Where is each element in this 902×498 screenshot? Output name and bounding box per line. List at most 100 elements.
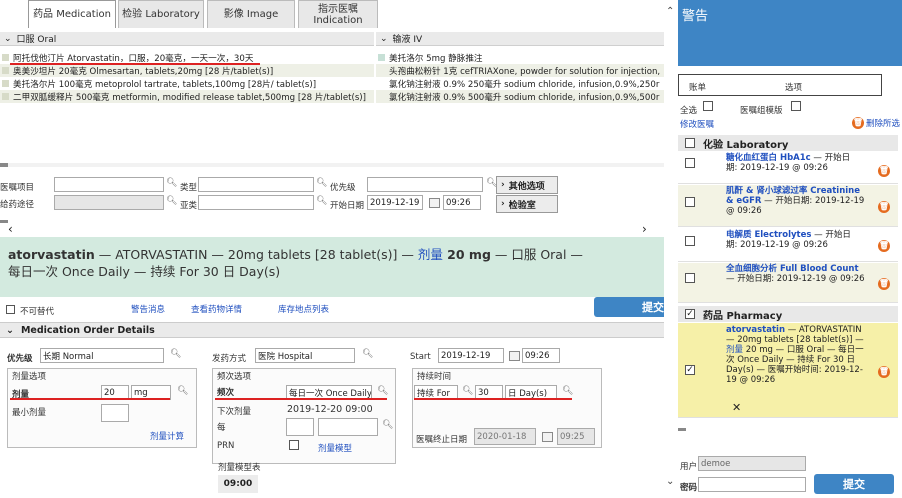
order-item-input[interactable] bbox=[54, 177, 164, 192]
scroll-thumb[interactable] bbox=[678, 428, 686, 431]
pharmacy-item-name[interactable]: atorvastatin bbox=[726, 325, 785, 335]
chevron-right-icon[interactable]: › bbox=[642, 222, 647, 236]
dose-calc-link[interactable]: 剂量计算 bbox=[150, 430, 184, 442]
list-scrollbar[interactable] bbox=[0, 163, 664, 167]
summary-route: — 口服 Oral — bbox=[490, 247, 583, 262]
other-options-button[interactable]: › 其他选项 bbox=[496, 176, 558, 194]
password-input[interactable] bbox=[698, 477, 806, 492]
summary-line2: 每日一次 Once Daily — 持续 For 30 日 Day(s) bbox=[8, 264, 281, 279]
search-icon[interactable]: 🔍︎ bbox=[362, 349, 373, 359]
start-date-input[interactable]: 2019-12-19 bbox=[438, 348, 504, 363]
lab-item-checkbox[interactable] bbox=[685, 158, 695, 168]
calendar-icon[interactable] bbox=[542, 432, 553, 442]
lab-alert-item: 全血细胞分析 Full Blood Count — 开始日期: 2019-12-… bbox=[678, 263, 898, 303]
order-group-checkbox[interactable] bbox=[791, 101, 801, 111]
search-icon[interactable]: 🔍︎ bbox=[562, 386, 573, 396]
trash-icon[interactable]: 🗑 bbox=[878, 165, 890, 177]
start-time-input[interactable]: 09:26 bbox=[443, 195, 481, 210]
dose-model-link[interactable]: 剂量模型 bbox=[318, 442, 352, 454]
search-icon[interactable]: 🔍︎ bbox=[377, 386, 388, 396]
dispense-input[interactable]: 医院 Hospital bbox=[255, 348, 355, 363]
pharmacy-category-header[interactable]: ✓ 药品 Pharmacy bbox=[678, 306, 898, 322]
search-icon[interactable]: 🔍︎ bbox=[316, 196, 327, 206]
lab-item-name[interactable]: 糖化血红蛋白 HbA1c bbox=[726, 153, 811, 163]
min-dose-label: 最小剂量 bbox=[12, 408, 47, 418]
lab-category-checkbox[interactable] bbox=[685, 138, 695, 148]
details-header[interactable]: ⌄ Medication Order Details bbox=[0, 322, 664, 338]
lab-item-name[interactable]: 电解质 Electrolytes bbox=[726, 230, 811, 240]
warnings-link[interactable]: 警告消息 bbox=[131, 303, 165, 315]
select-all-checkbox[interactable] bbox=[703, 101, 713, 111]
delete-selected-button[interactable]: 🗑 删除所选 bbox=[852, 117, 900, 129]
stock-list-link[interactable]: 库存地点列表 bbox=[278, 303, 329, 315]
submit-button[interactable]: 提交 bbox=[594, 297, 670, 317]
search-icon[interactable]: 🔍︎ bbox=[177, 386, 188, 396]
priority-input[interactable]: 长期 Normal bbox=[40, 348, 164, 363]
search-icon[interactable]: 🔍︎ bbox=[170, 349, 181, 359]
lab-category-header[interactable]: 化验 Laboratory bbox=[678, 135, 898, 151]
pharmacy-item-checkbox[interactable]: ✓ bbox=[685, 365, 695, 375]
search-icon[interactable]: 🔍︎ bbox=[462, 386, 473, 396]
trash-icon[interactable]: 🗑 bbox=[878, 240, 890, 252]
search-icon[interactable]: 🔍︎ bbox=[166, 178, 177, 188]
priority-input[interactable] bbox=[367, 177, 483, 192]
trash-icon[interactable]: 🗑 bbox=[878, 201, 890, 213]
list-item[interactable]: 头孢曲松粉针 1克 cefTRIAXone, powder for soluti… bbox=[376, 64, 664, 77]
scroll-down-icon[interactable]: ⌄ bbox=[666, 476, 674, 487]
alerts-submit-button[interactable]: 提交 bbox=[814, 474, 894, 494]
lab-item-checkbox[interactable] bbox=[685, 197, 695, 207]
lab-button[interactable]: › 检验室 bbox=[496, 195, 558, 213]
user-input[interactable]: demoe bbox=[698, 456, 806, 471]
remove-cursor-icon[interactable]: ✕ bbox=[732, 401, 741, 414]
each-label: 每 bbox=[217, 423, 226, 433]
type-input[interactable] bbox=[198, 177, 314, 192]
calendar-icon[interactable] bbox=[429, 198, 440, 208]
trash-icon[interactable]: 🗑 bbox=[878, 366, 890, 378]
scroll-thumb[interactable] bbox=[0, 220, 8, 223]
chevron-left-icon[interactable]: ‹ bbox=[8, 222, 13, 236]
list-item[interactable]: 二甲双胍缓释片 500毫克 metformin, modified releas… bbox=[0, 90, 374, 103]
each-count-input[interactable] bbox=[286, 418, 314, 436]
list-item[interactable]: 氯化钠注射液 0.9% 500毫升 sodium chloride, infus… bbox=[376, 90, 664, 103]
search-icon[interactable]: 🔍︎ bbox=[166, 196, 177, 206]
scroll-thumb[interactable] bbox=[0, 163, 8, 167]
lab-label: 检验室 bbox=[508, 200, 536, 211]
route-input[interactable] bbox=[54, 195, 164, 210]
list-item-label: 美托洛尔片 100毫克 metoprolol tartrate, tablets… bbox=[13, 79, 317, 90]
main-scrollbar[interactable]: ⌃ ⌄ bbox=[664, 0, 678, 498]
edit-order-link[interactable]: 修改医嘱 bbox=[680, 118, 714, 130]
min-dose-input[interactable] bbox=[101, 404, 129, 422]
drug-details-link[interactable]: 查看药物详情 bbox=[191, 303, 242, 315]
summary-desc: — ATORVASTATIN — 20mg tablets [28 tablet… bbox=[94, 247, 418, 262]
list-item[interactable]: 美托洛尔片 100毫克 metoprolol tartrate, tablets… bbox=[0, 77, 374, 90]
tab-medication[interactable]: 药品 Medication bbox=[28, 0, 116, 28]
section-iv-header[interactable]: ⌄ 输液 IV bbox=[376, 32, 664, 46]
start-time-input[interactable]: 09:26 bbox=[522, 348, 560, 363]
list-item[interactable]: 美托洛尔 5mg 静脉推注 bbox=[376, 51, 664, 64]
calendar-icon[interactable] bbox=[509, 351, 520, 361]
list-item[interactable]: 奥美沙坦片 20毫克 Olmesartan, tablets,20mg [28 … bbox=[0, 64, 374, 77]
dose-time-cell[interactable]: 09:00 bbox=[218, 475, 258, 493]
priority-label: 优先级 bbox=[7, 354, 33, 364]
type-label: 类型 bbox=[180, 183, 198, 193]
search-icon[interactable]: 🔍︎ bbox=[382, 420, 393, 430]
lab-item-checkbox[interactable] bbox=[685, 236, 695, 246]
list-item[interactable]: 氯化钠注射液 0.9% 250毫升 sodium chloride, infus… bbox=[376, 77, 664, 90]
subtype-input[interactable] bbox=[198, 195, 314, 210]
no-substitute-checkbox[interactable] bbox=[6, 305, 15, 314]
tab-image[interactable]: 影像 Image bbox=[207, 0, 295, 28]
tab-laboratory[interactable]: 检验 Laboratory bbox=[118, 0, 204, 28]
section-oral-header[interactable]: ⌄ 口服 Oral bbox=[0, 32, 374, 46]
end-time-input[interactable]: 09:25 bbox=[557, 428, 595, 445]
start-date-input[interactable]: 2019-12-19 bbox=[367, 195, 423, 210]
trash-icon[interactable]: 🗑 bbox=[878, 278, 890, 290]
tab-indication[interactable]: 指示医嘱 Indication bbox=[298, 0, 378, 28]
scroll-up-icon[interactable]: ⌃ bbox=[666, 6, 674, 17]
prn-checkbox[interactable] bbox=[289, 440, 299, 450]
pharmacy-category-checkbox[interactable]: ✓ bbox=[685, 309, 695, 319]
lab-item-checkbox[interactable] bbox=[685, 273, 695, 283]
search-icon[interactable]: 🔍︎ bbox=[316, 178, 327, 188]
end-date-input[interactable]: 2020-01-18 bbox=[474, 428, 536, 445]
lab-item-name[interactable]: 全血细胞分析 Full Blood Count bbox=[726, 264, 859, 274]
each-unit-input[interactable] bbox=[318, 418, 378, 436]
